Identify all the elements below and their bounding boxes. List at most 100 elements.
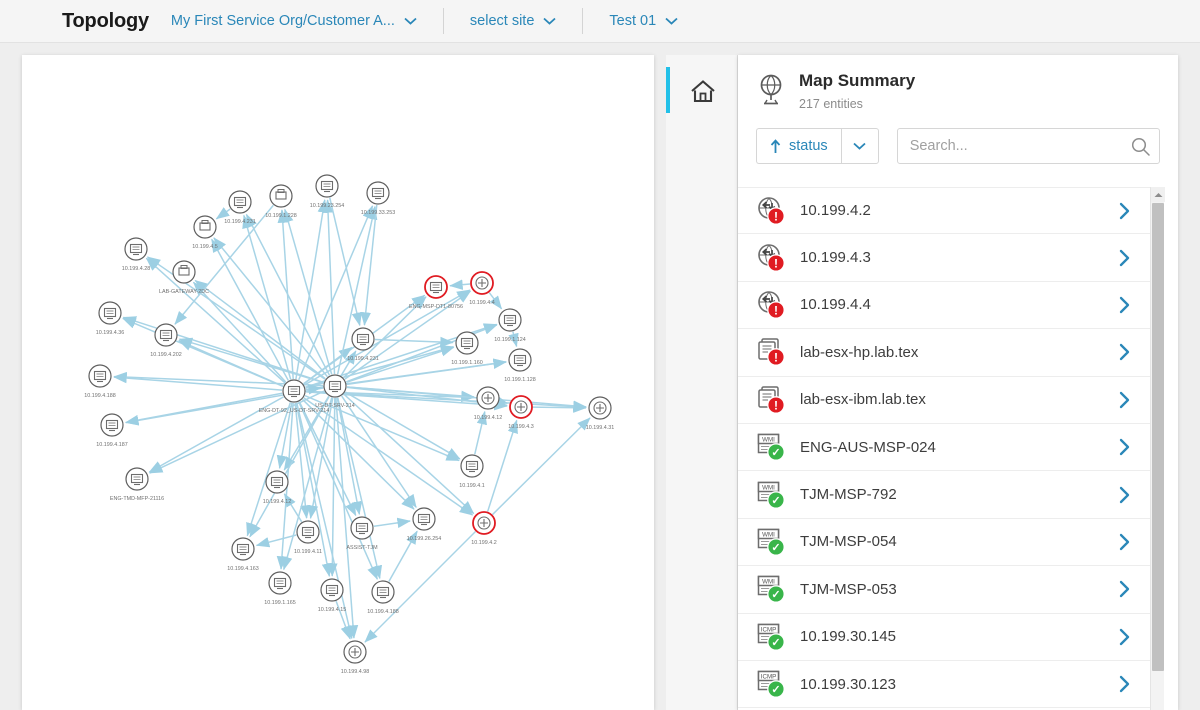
graph-node[interactable]: ENG-TMD-MFP-21116 [110, 468, 164, 502]
graph-node-label: US-DT-SRV-214 [315, 403, 354, 409]
graph-node[interactable]: 10.199.4.4 [469, 272, 494, 306]
rail-active-indicator [666, 67, 670, 113]
search-input[interactable] [898, 129, 1159, 163]
breadcrumb-map-selector[interactable]: Test 01 [609, 13, 678, 29]
topology-graph[interactable]: 10.199.4.231 10.199.1.228 10.199.23.254 10.… [22, 55, 654, 710]
graph-node-label: ENG-MSP-DT1-80756 [409, 304, 463, 310]
graph-node[interactable]: 10.199.1.228 [265, 185, 296, 219]
chevron-right-icon[interactable] [1119, 202, 1130, 220]
chevron-right-icon[interactable] [1119, 533, 1130, 551]
entity-row[interactable]: WMI✓ TJM-MSP-053 [738, 566, 1150, 613]
graph-node-label: 10.199.4.163 [227, 566, 258, 572]
chevron-right-icon[interactable] [1119, 391, 1130, 409]
svg-text:WMI: WMI [762, 579, 775, 586]
graph-node-label: 10.199.1.128 [504, 377, 535, 383]
entity-row[interactable]: ICMP✓10.199.30.123 [738, 661, 1150, 708]
topology-graph-panel[interactable]: 10.199.4.231 10.199.1.228 10.199.23.254 10.… [22, 55, 654, 710]
panel-title: Map Summary [799, 71, 915, 91]
chevron-right-icon[interactable] [1119, 486, 1130, 504]
graph-edge [493, 418, 591, 515]
chevron-right-icon[interactable] [1119, 438, 1130, 456]
entity-row[interactable]: !10.199.4.2 [738, 187, 1150, 234]
entity-row[interactable]: !10.199.4.4 [738, 282, 1150, 329]
entity-row[interactable]: WMI✓TJM-MSP-792 [738, 471, 1150, 518]
header-divider-1 [443, 8, 444, 34]
graph-node[interactable]: 10.199.4.3 [508, 396, 533, 430]
entity-row[interactable]: !lab-esx-hp.lab.tex [738, 329, 1150, 376]
breadcrumb-org-selector[interactable]: My First Service Org/Customer A... [171, 13, 417, 29]
chevron-down-icon [665, 17, 678, 25]
svg-text:WMI: WMI [762, 484, 775, 491]
chevron-right-icon[interactable] [1119, 249, 1130, 267]
graph-node[interactable]: 10.199.4.163 [227, 538, 258, 572]
breadcrumb-site-label: select site [470, 13, 534, 29]
graph-edge [299, 402, 355, 516]
entity-name: ENG-AUS-MSP-024 [800, 439, 1119, 456]
chevron-right-icon[interactable] [1119, 343, 1130, 361]
entity-row[interactable]: WMI✓TJM-MSP-054 [738, 519, 1150, 566]
sort-dropdown-button[interactable] [841, 128, 879, 164]
chevron-right-icon[interactable] [1119, 296, 1130, 314]
graph-node[interactable]: 10.199.4.231 [224, 191, 255, 225]
graph-node[interactable]: 10.199.4.31 [586, 397, 614, 431]
graph-node[interactable]: 10.199.4.98 [341, 641, 369, 675]
graph-edge [328, 200, 335, 374]
graph-nodes[interactable]: 10.199.4.231 10.199.1.228 10.199.23.254 10.… [84, 175, 614, 675]
graph-node[interactable]: 10.199.4.187 [96, 414, 127, 448]
sort-control: status [756, 128, 879, 164]
svg-text:✓: ✓ [771, 495, 780, 507]
graph-node[interactable]: 10.199.4.188 [367, 581, 398, 615]
graph-node[interactable]: 10.199.4.28 [122, 238, 150, 272]
entity-list[interactable]: !10.199.4.2!10.199.4.3!10.199.4.4!lab-es… [738, 187, 1150, 708]
wmi-server-icon: WMI✓ [756, 431, 790, 463]
chevron-right-icon[interactable] [1119, 628, 1130, 646]
graph-node-label: 10.199.4.1 [459, 483, 484, 489]
graph-node-label: 10.199.4.2 [471, 540, 496, 546]
graph-edge [342, 396, 417, 507]
chevron-down-icon [853, 142, 866, 150]
entity-row[interactable]: !10.199.4.3 [738, 234, 1150, 281]
search-field[interactable] [897, 128, 1160, 164]
graph-node[interactable]: LAB-GATEWAY-2DC [159, 261, 209, 295]
svg-text:!: ! [774, 209, 778, 223]
entity-row[interactable]: ICMP✓10.199.30.145 [738, 614, 1150, 661]
entity-list-scrollbar[interactable] [1150, 187, 1164, 710]
graph-node[interactable]: 10.199.1.124 [494, 309, 525, 343]
graph-node[interactable]: 10.199.4.1 [459, 455, 484, 489]
scrollbar-thumb[interactable] [1152, 203, 1164, 671]
breadcrumb-org-label: My First Service Org/Customer A... [171, 13, 395, 29]
entity-name: 10.199.4.3 [800, 249, 1119, 266]
vm-host-icon: ! [756, 384, 790, 416]
graph-node[interactable]: 10.199.4.36 [96, 302, 124, 336]
graph-node[interactable]: 10.199.26.254 [407, 508, 441, 542]
entity-name: TJM-MSP-053 [800, 581, 1119, 598]
graph-node-label: ENG-TMD-MFP-21116 [110, 496, 164, 502]
graph-node-label: 10.199.4.36 [96, 330, 124, 336]
graph-edge [374, 521, 410, 526]
entity-row[interactable]: !lab-esx-ibm.lab.tex [738, 377, 1150, 424]
graph-edge [533, 407, 586, 408]
graph-node[interactable]: ENG-MSP-DT1-80756 [409, 276, 463, 310]
entity-row[interactable]: WMI✓ ENG-AUS-MSP-024 [738, 424, 1150, 471]
breadcrumb-site-selector[interactable]: select site [470, 13, 556, 29]
entity-list-container[interactable]: !10.199.4.2!10.199.4.3!10.199.4.4!lab-es… [738, 187, 1178, 710]
header-divider-2 [582, 8, 583, 34]
graph-node[interactable]: 10.199.33.253 [361, 182, 395, 216]
wmi-server-icon: WMI✓ [756, 573, 790, 605]
scrollbar-up-button[interactable] [1151, 187, 1165, 202]
graph-node[interactable]: 10.199.1.128 [504, 349, 535, 383]
graph-node[interactable]: ASSIST-TJM [346, 517, 378, 551]
chevron-right-icon[interactable] [1119, 675, 1130, 693]
graph-node[interactable]: 10.199.23.254 [310, 175, 344, 209]
sort-button[interactable]: status [756, 128, 841, 164]
graph-edge [247, 402, 290, 535]
graph-node[interactable]: 10.199.4.11 [294, 521, 322, 555]
search-icon[interactable] [1131, 137, 1150, 156]
graph-node[interactable]: 10.199.1.165 [264, 572, 295, 606]
home-button[interactable] [688, 77, 718, 105]
graph-edge [338, 207, 375, 375]
graph-node[interactable]: 10.199.4.2 [471, 512, 496, 546]
graph-node[interactable]: 10.199.4.188 [84, 365, 115, 399]
chevron-right-icon[interactable] [1119, 580, 1130, 598]
graph-node[interactable]: 10.199.4.5 [192, 216, 217, 250]
